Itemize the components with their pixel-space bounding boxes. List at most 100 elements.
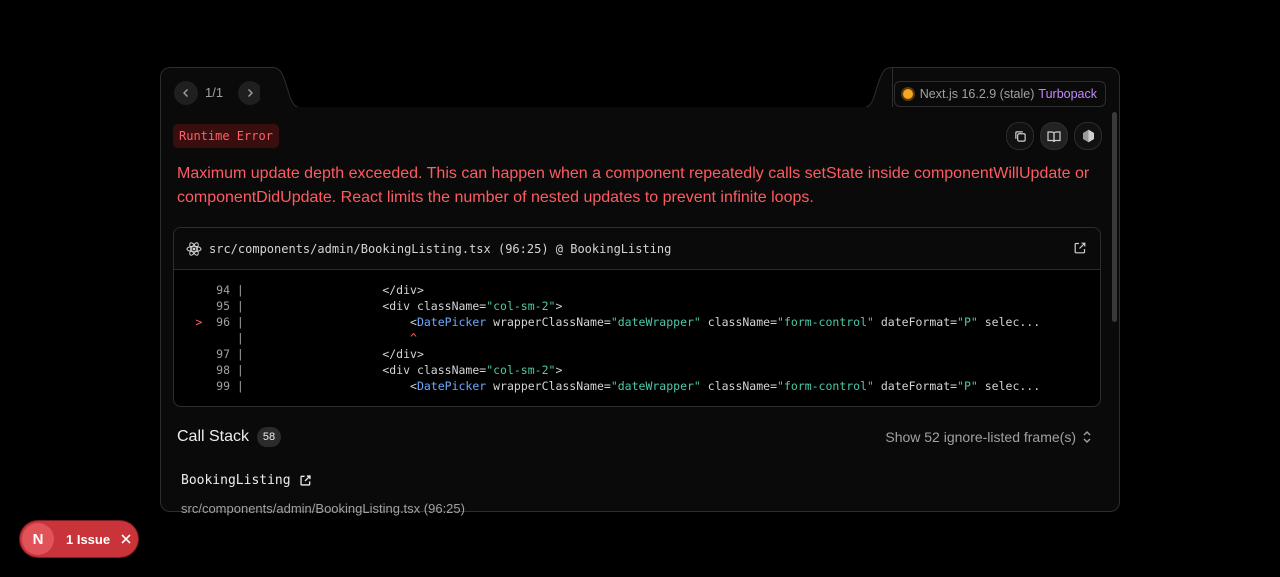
code-string: "col-sm-2" [486, 299, 556, 313]
error-line-marker [195, 331, 209, 345]
dialog-scrollbar[interactable] [1112, 112, 1117, 322]
gutter-separator: | [230, 315, 411, 329]
code-line: 94 | </div> [174, 282, 1100, 298]
gutter-separator: | [230, 299, 383, 313]
issue-count-label[interactable]: 1 Issue [66, 532, 110, 547]
code-frame: src/components/admin/BookingListing.tsx … [173, 227, 1101, 407]
open-in-editor-icon[interactable] [299, 474, 312, 487]
line-number: 95 [174, 298, 230, 314]
code-string: "form-control" [777, 315, 874, 329]
error-message-line: Maximum update depth exceeded. This can … [177, 165, 1090, 182]
copy-error-button[interactable] [1006, 122, 1034, 150]
code-component-name: DatePicker [416, 315, 487, 329]
book-icon [1047, 130, 1061, 142]
code-string: "form-control" [777, 379, 874, 393]
line-number-value: 98 [209, 363, 230, 377]
line-number-value: 99 [209, 379, 230, 393]
error-nav-tab: 1/1 [160, 67, 274, 109]
code-token: </div> [382, 283, 424, 297]
code-string: "col-sm-2" [486, 363, 556, 377]
code-token: < [410, 379, 417, 393]
react-icon [186, 241, 202, 256]
issue-badge[interactable]: N 1 Issue [20, 521, 138, 557]
code-line: | ^ [174, 330, 1100, 346]
node-icon [1082, 129, 1094, 143]
line-number-value: 96 [209, 315, 230, 329]
nextjs-logo[interactable]: N [22, 523, 54, 555]
node-inspector-button[interactable] [1074, 122, 1102, 150]
version-label: Next.js 16.2.9 (stale) [919, 87, 1035, 101]
code-string: "P" [957, 315, 978, 329]
code-string: "dateWrapper" [610, 315, 701, 329]
version-indicator[interactable]: Next.js 16.2.9 (stale) Turbopack [893, 81, 1106, 107]
copy-icon [1014, 130, 1026, 142]
stack-frame-function-name: BookingListing [181, 473, 291, 488]
code-token: dateFormat= [873, 379, 958, 393]
error-line-marker [195, 347, 209, 361]
stack-frame-function: BookingListing [181, 473, 312, 488]
code-token: selec... [977, 379, 1041, 393]
call-stack-header: Call Stack 58 [177, 427, 282, 447]
code-token: className= [700, 315, 778, 329]
error-line-marker: > [195, 315, 210, 329]
error-line-marker [195, 379, 209, 393]
code-token: dateFormat= [873, 315, 958, 329]
bundler-label: Turbopack [1038, 87, 1097, 101]
chevron-right-icon [248, 89, 253, 97]
gutter-separator: | [230, 379, 411, 393]
chevron-up-down-icon [1083, 431, 1091, 443]
error-caret: ^ [410, 331, 417, 345]
close-icon[interactable] [120, 533, 132, 545]
line-number-value: 95 [209, 299, 230, 313]
error-message-line: componentDidUpdate. React limits the num… [177, 189, 814, 206]
error-overlay-backdrop: 1/1 Next.js 16.2.9 (stale) Turbopack Run… [0, 0, 1280, 577]
code-token: < [410, 315, 417, 329]
line-number [174, 330, 230, 346]
code-lines: 94 | </div> 95 | <div className= "col-sm-… [174, 270, 1100, 394]
open-in-editor-icon[interactable] [1073, 241, 1087, 255]
line-number: 97 [174, 346, 230, 362]
error-line-marker [195, 283, 209, 297]
line-number-value: 94 [209, 283, 230, 297]
chevron-left-icon [183, 89, 188, 97]
error-line-marker [195, 363, 209, 377]
gutter-separator: | [230, 347, 383, 361]
code-line: 98 | <div className= "col-sm-2" > [174, 362, 1100, 378]
prev-error-button[interactable] [174, 81, 198, 105]
error-type-label: Runtime Error [173, 124, 279, 148]
tab-curve-left [260, 67, 300, 108]
error-line-marker [195, 299, 209, 313]
stale-status-dot [902, 89, 913, 99]
error-message: Maximum update depth exceeded. This can … [177, 162, 1107, 210]
code-token: wrapperClassName= [486, 379, 611, 393]
code-string: "dateWrapper" [610, 379, 701, 393]
line-number: 98 [174, 362, 230, 378]
line-number-value [209, 331, 230, 345]
call-stack-title: Call Stack [177, 428, 250, 445]
show-ignored-frames-button[interactable]: Show 52 ignore-listed frame(s) [885, 429, 1092, 445]
error-dialog: 1/1 Next.js 16.2.9 (stale) Turbopack Run… [160, 67, 1120, 516]
line-number-value: 97 [209, 347, 230, 361]
call-stack-count-badge: 58 [257, 427, 282, 447]
code-token: > [555, 299, 563, 313]
code-line: 95 | <div className= "col-sm-2" > [174, 298, 1100, 314]
code-token: <div className= [382, 299, 487, 313]
code-string: "P" [957, 379, 978, 393]
line-number: 94 [174, 282, 230, 298]
code-token: > [555, 363, 563, 377]
error-toolbar [1006, 122, 1102, 150]
code-token: wrapperClassName= [486, 315, 611, 329]
code-component-name: DatePicker [416, 379, 487, 393]
show-ignored-frames-label: Show 52 ignore-listed frame(s) [885, 429, 1076, 445]
code-token: </div> [382, 347, 424, 361]
next-error-button[interactable] [238, 81, 262, 105]
code-frame-header: src/components/admin/BookingListing.tsx … [174, 228, 1100, 270]
docs-button[interactable] [1040, 122, 1068, 150]
code-token: className= [700, 379, 778, 393]
stack-frame-file: src/components/admin/BookingListing.tsx … [181, 501, 465, 516]
version-tab: Next.js 16.2.9 (stale) Turbopack [892, 67, 1120, 109]
line-number: > 96 [174, 314, 230, 330]
code-line: 97 | </div> [174, 346, 1100, 362]
code-line: > 96 | < DatePicker wrapperClassName= "dat… [174, 314, 1100, 330]
code-frame-file: src/components/admin/BookingListing.tsx … [209, 241, 672, 256]
